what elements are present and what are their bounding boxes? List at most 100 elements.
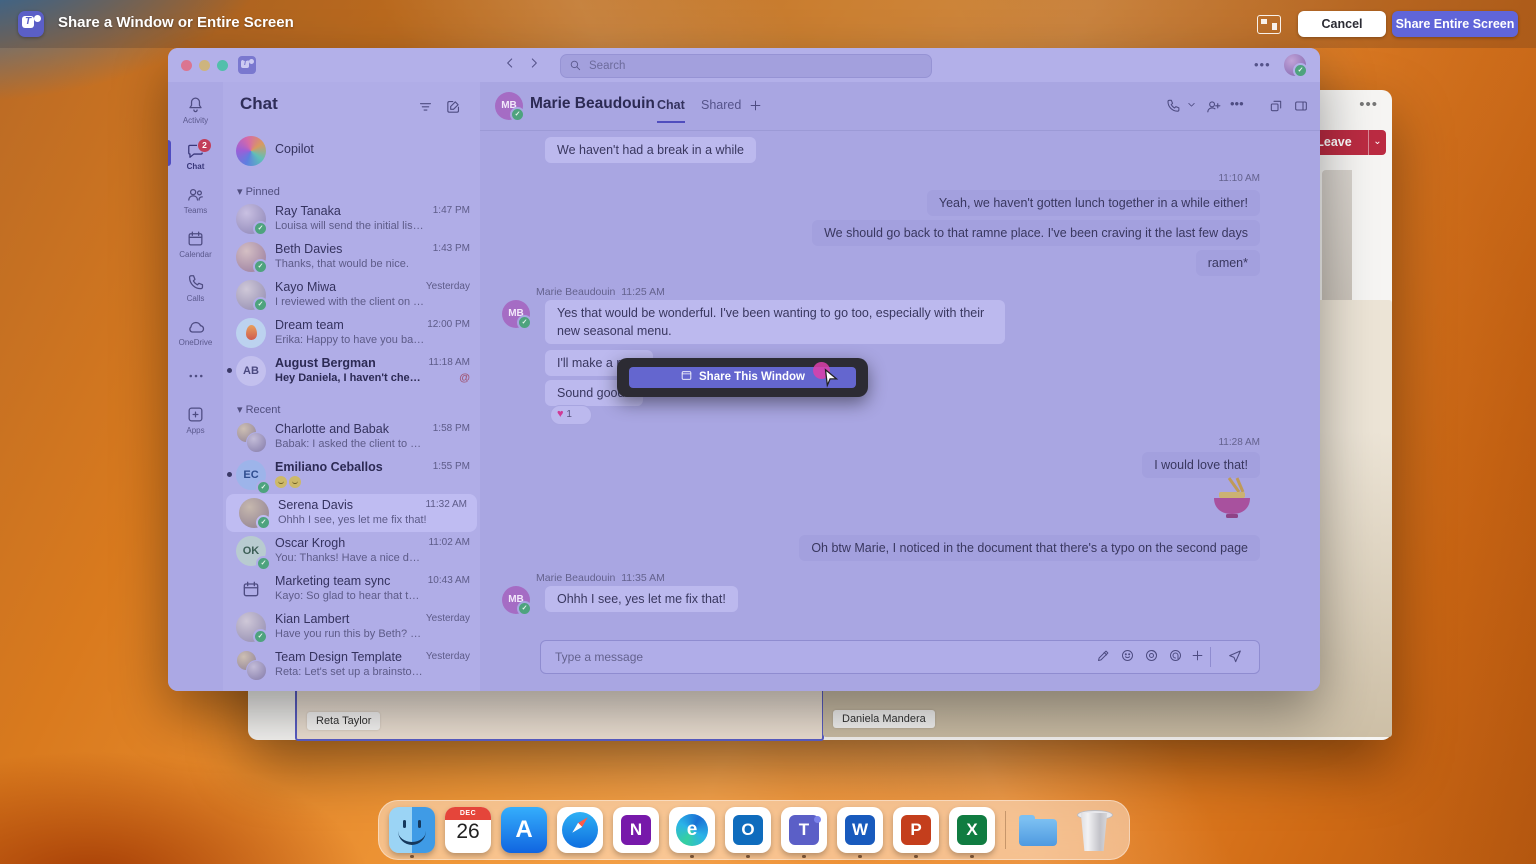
search-icon <box>568 58 582 77</box>
ramen-emoji <box>1209 476 1255 524</box>
outlook-icon[interactable]: O <box>725 807 771 853</box>
onenote-icon[interactable]: N <box>613 807 659 853</box>
share-bar-title: Share a Window or Entire Screen <box>58 14 294 31</box>
avatar: ✓ <box>239 498 269 528</box>
list-item-august-bergman[interactable]: AB August Bergman Hey Daniela, I haven't… <box>223 352 480 390</box>
call-dropdown-icon[interactable] <box>1185 98 1198 116</box>
share-entire-screen-button[interactable]: Share Entire Screen <box>1392 11 1518 37</box>
list-item-team-design-template[interactable]: Team Design Template Reta: Let's set up … <box>223 646 480 684</box>
window-more-icon[interactable]: ••• <box>1254 57 1271 72</box>
list-item-dream-team[interactable]: Dream team Erika: Happy to have you back… <box>223 314 480 352</box>
finder-icon[interactable] <box>389 807 435 853</box>
app-store-icon[interactable]: A <box>501 807 547 853</box>
rail-item-activity[interactable]: Activity <box>168 92 223 134</box>
list-item-serena-davis-selected[interactable]: ✓ Serena Davis Ohhh I see, yes let me fi… <box>226 494 477 532</box>
list-item-kayo-miwa[interactable]: ✓ Kayo Miwa I reviewed with the client o… <box>223 276 480 314</box>
dock-divider <box>1005 811 1006 849</box>
rail-item-apps[interactable]: Apps <box>168 402 223 444</box>
presence-available-icon: ✓ <box>253 259 268 274</box>
search-bar[interactable] <box>560 54 932 78</box>
open-panel-icon[interactable] <box>1293 98 1309 119</box>
conversation-panel: MB✓ Marie Beaudouin Chat Shared ••• We h… <box>480 82 1320 691</box>
new-chat-icon[interactable] <box>445 98 462 120</box>
group-avatar <box>236 422 266 452</box>
add-tab-icon[interactable] <box>748 98 763 118</box>
avatar-initials: AB <box>236 356 266 386</box>
send-icon[interactable] <box>1227 648 1243 669</box>
meeting-more-icon[interactable]: ••• <box>1359 96 1378 113</box>
list-item-kian-lambert[interactable]: ✓ Kian Lambert Have you run this by Beth… <box>223 608 480 646</box>
message-input[interactable] <box>553 646 1037 668</box>
pinned-section-label[interactable]: ▾ Pinned <box>237 185 280 198</box>
call-icon[interactable] <box>1165 98 1181 119</box>
message-bubble-left: Yes that would be wonderful. I've been w… <box>545 300 1005 344</box>
running-indicator <box>858 855 862 859</box>
downloads-folder-icon[interactable] <box>1015 807 1061 853</box>
presence-available-icon: ✓ <box>1293 63 1308 78</box>
list-item-ray-tanaka[interactable]: ✓ Ray Tanaka Louisa will send the initia… <box>223 200 480 238</box>
tab-shared[interactable]: Shared <box>701 98 741 112</box>
list-item-emiliano-ceballos[interactable]: EC ✓ Emiliano Ceballos 1:55 PM <box>223 456 480 494</box>
list-item-marketing-team-sync[interactable]: Marketing team sync Kayo: So glad to hea… <box>223 570 480 608</box>
conversation-more-icon[interactable]: ••• <box>1230 96 1244 111</box>
compose-bar[interactable] <box>540 640 1260 674</box>
calendar-icon[interactable]: DEC26 <box>445 807 491 853</box>
format-icon[interactable] <box>1096 648 1111 668</box>
running-indicator <box>970 855 974 859</box>
message-bubble-right: ramen* <box>1196 250 1260 276</box>
running-indicator <box>914 855 918 859</box>
list-item-charlotte-babak[interactable]: Charlotte and Babak Babak: I asked the c… <box>223 418 480 456</box>
trash-icon[interactable] <box>1071 807 1117 853</box>
forward-icon[interactable] <box>526 55 542 74</box>
list-item-copilot[interactable]: Copilot <box>223 132 480 172</box>
back-icon[interactable] <box>502 55 518 74</box>
minimize-traffic-light[interactable] <box>199 60 210 71</box>
excel-icon[interactable]: X <box>949 807 995 853</box>
window-icon <box>680 369 693 382</box>
presence-available-icon: ✓ <box>253 629 268 644</box>
close-traffic-light[interactable] <box>181 60 192 71</box>
recent-section-label[interactable]: ▾ Recent <box>237 403 280 416</box>
message-bubble-right: I would love that! <box>1142 452 1260 478</box>
rail-item-more[interactable] <box>168 364 223 388</box>
screen-layout-icon[interactable] <box>1257 15 1281 34</box>
copilot-icon[interactable] <box>1144 648 1159 668</box>
loop-icon[interactable] <box>1168 648 1183 668</box>
list-item-beth-davies[interactable]: ✓ Beth Davies Thanks, that would be nice… <box>223 238 480 276</box>
word-icon[interactable]: W <box>837 807 883 853</box>
peer-avatar[interactable]: MB✓ <box>495 92 523 120</box>
rail-item-onedrive[interactable]: OneDrive <box>168 314 223 356</box>
screen: ••• Leave ⌄ Reta Taylor Daniela Mandera … <box>0 0 1536 864</box>
teams-dock-icon[interactable]: T <box>781 807 827 853</box>
search-input[interactable] <box>587 56 921 76</box>
running-indicator <box>690 855 694 859</box>
add-people-icon[interactable] <box>1205 98 1222 120</box>
message-bubble-right: We should go back to that ramne place. I… <box>812 220 1260 246</box>
cancel-button[interactable]: Cancel <box>1298 11 1386 37</box>
safari-icon[interactable] <box>557 807 603 853</box>
rail-item-calendar[interactable]: Calendar <box>168 226 223 268</box>
emoji-icon[interactable] <box>1120 648 1135 668</box>
rail-item-chat[interactable]: 2 Chat <box>168 138 223 180</box>
popout-icon[interactable] <box>1268 98 1284 119</box>
teams-app-icon: T <box>238 56 256 74</box>
unread-dot <box>227 472 232 477</box>
rail-item-teams[interactable]: Teams <box>168 182 223 224</box>
rail-item-calls[interactable]: Calls <box>168 270 223 312</box>
attach-plus-icon[interactable] <box>1190 648 1205 668</box>
powerpoint-icon[interactable]: P <box>893 807 939 853</box>
list-item-oscar-krogh[interactable]: OK ✓ Oscar Krogh You: Thanks! Have a nic… <box>223 532 480 570</box>
avatar: ✓ <box>236 242 266 272</box>
leave-dropdown-button[interactable]: ⌄ <box>1368 130 1386 155</box>
teams-chat-window[interactable]: T ••• ✓ Activity 2 Chat <box>168 48 1320 691</box>
filter-icon[interactable] <box>417 98 434 120</box>
running-indicator <box>410 855 414 859</box>
profile-avatar[interactable]: ✓ <box>1284 54 1306 76</box>
message-group-header: Marie Beaudouin 11:25 AM <box>536 286 665 298</box>
heart-reaction-chip[interactable]: ♥ 1 <box>550 405 592 425</box>
tab-chat[interactable]: Chat <box>657 98 685 123</box>
zoom-traffic-light[interactable] <box>217 60 228 71</box>
peer-name: Marie Beaudouin <box>530 95 655 113</box>
running-indicator <box>746 855 750 859</box>
edge-icon[interactable]: e <box>669 807 715 853</box>
